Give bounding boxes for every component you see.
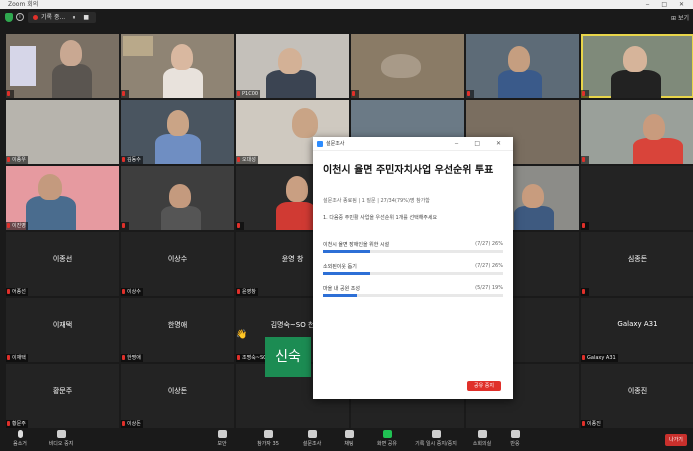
- poll-option: 이천시 율면 장애인을 위한 시설 (7/27) 26%: [323, 241, 503, 255]
- microphone-icon: [17, 430, 23, 438]
- mute-button[interactable]: 음소거: [8, 430, 32, 447]
- zoom-app-icon: [317, 141, 323, 147]
- participant-tile[interactable]: [351, 34, 464, 98]
- participant-tile[interactable]: 황문주 황문주: [6, 364, 119, 428]
- participants-count: 35: [272, 441, 279, 447]
- raise-hand-reaction: 👋: [236, 330, 248, 340]
- participant-tile[interactable]: [581, 100, 693, 164]
- poll-option: 마을 내 공원 조성 (5/27) 19%: [323, 285, 503, 299]
- reactions-button[interactable]: 반응: [503, 430, 527, 447]
- participant-tile[interactable]: 김동수: [121, 100, 234, 164]
- participant-tile[interactable]: 이종우: [6, 100, 119, 164]
- stop-sharing-results-button[interactable]: 공유 중지: [467, 381, 501, 391]
- share-screen-button[interactable]: 화면 공유: [370, 430, 404, 447]
- participant-tile[interactable]: P1C00: [236, 34, 349, 98]
- poll-dialog-header: 설문조사 ‒ □ ✕: [313, 137, 513, 151]
- participant-tile[interactable]: 이진영: [6, 166, 119, 230]
- participant-tile[interactable]: [121, 166, 234, 230]
- recording-indicator: 기록 중... ⏸ ■: [28, 12, 96, 23]
- poll-window-controls[interactable]: ‒ □ ✕: [455, 137, 508, 151]
- poll-option-percent: (7/27) 26%: [475, 263, 503, 269]
- window-title: Zoom 회의: [8, 1, 39, 8]
- participant-name-badge: 신숙: [265, 337, 311, 377]
- poll-dialog: 설문조사 ‒ □ ✕ 이천시 율면 주민자치사업 우선순위 투표 설문조사 종료…: [313, 137, 513, 399]
- meeting-top-strip: i 기록 중... ⏸ ■ ⊞ 보기: [0, 9, 693, 26]
- video-camera-icon: [56, 430, 66, 438]
- poll-option-percent: (5/27) 19%: [475, 285, 503, 291]
- poll-window-title: 설문조사: [326, 141, 345, 147]
- security-button[interactable]: 보안: [210, 430, 234, 447]
- chat-button[interactable]: 채팅: [338, 430, 360, 447]
- participant-tile[interactable]: 이종진 이종진: [581, 364, 693, 428]
- participant-tile[interactable]: 이종선 어종선: [6, 232, 119, 296]
- polls-button[interactable]: 설문조사: [298, 430, 326, 447]
- shield-icon: [217, 430, 227, 438]
- pause-stop-recording-button[interactable]: 기록 일시 중지/중지: [408, 430, 464, 447]
- participant-tile[interactable]: [121, 34, 234, 98]
- meeting-toolbar: 음소거 비디오 중지 보안 참가자 35 설문조사 채팅 화면 공유 기록 일시…: [0, 428, 693, 451]
- recording-label: 기록 중...: [41, 14, 66, 21]
- people-icon: [263, 430, 273, 438]
- participant-tile[interactable]: [466, 34, 579, 98]
- poll-option-bar: [323, 294, 358, 297]
- poll-option-bar: [323, 250, 370, 253]
- security-shield-icon[interactable]: [5, 13, 13, 22]
- stop-video-button[interactable]: 비디오 중지: [44, 430, 78, 447]
- view-button[interactable]: ⊞ 보기: [671, 13, 689, 22]
- poll-meta: 설문조사 종료됨 | 1 질문 | 27/34(79%)명 참가함: [323, 198, 430, 204]
- info-icon[interactable]: i: [16, 13, 24, 21]
- grid-icon: [477, 430, 487, 438]
- smiley-icon: [510, 430, 520, 438]
- poll-option-label: 이천시 율면 장애인을 위한 시설: [323, 242, 390, 248]
- participants-button[interactable]: 참가자 35: [254, 430, 282, 447]
- participant-tile[interactable]: [6, 34, 119, 98]
- poll-option: 소외된이웃 돕기 (7/27) 26%: [323, 263, 503, 277]
- leave-meeting-button[interactable]: 나가기: [665, 434, 687, 446]
- chat-bubble-icon: [344, 430, 354, 438]
- poll-title: 이천시 율면 주민자치사업 우선순위 투표: [323, 165, 494, 176]
- poll-question: 1. 다음중 주민활 사업을 우선순위 1개를 선택해주세요: [323, 215, 438, 221]
- participant-tile[interactable]: Galaxy A31 Galaxy A31: [581, 298, 693, 362]
- participant-tile[interactable]: 심종돈: [581, 232, 693, 296]
- window-controls[interactable]: ‒ □ ✕: [646, 0, 689, 9]
- recording-dot-icon: [33, 15, 38, 20]
- window-titlebar: Zoom 회의 ‒ □ ✕: [0, 0, 693, 9]
- poll-option-percent: (7/27) 26%: [475, 241, 503, 247]
- participant-tile[interactable]: 이상수 이상수: [121, 232, 234, 296]
- share-screen-icon: [382, 430, 392, 438]
- poll-option-bar: [323, 272, 370, 275]
- participant-tile-active-speaker[interactable]: [581, 34, 693, 98]
- poll-option-label: 소외된이웃 돕기: [323, 264, 357, 270]
- participant-tile[interactable]: 이재택 이재택: [6, 298, 119, 362]
- bar-chart-icon: [307, 430, 317, 438]
- recording-controls[interactable]: ⏸ ■: [72, 12, 92, 23]
- breakout-rooms-button[interactable]: 소회의실: [468, 430, 496, 447]
- poll-option-label: 마을 내 공원 조성: [323, 286, 360, 292]
- participant-tile[interactable]: 이상돈 이상돈: [121, 364, 234, 428]
- participant-tile[interactable]: 한명애 한명애: [121, 298, 234, 362]
- pause-record-icon: [431, 430, 441, 438]
- participant-tile[interactable]: [581, 166, 693, 230]
